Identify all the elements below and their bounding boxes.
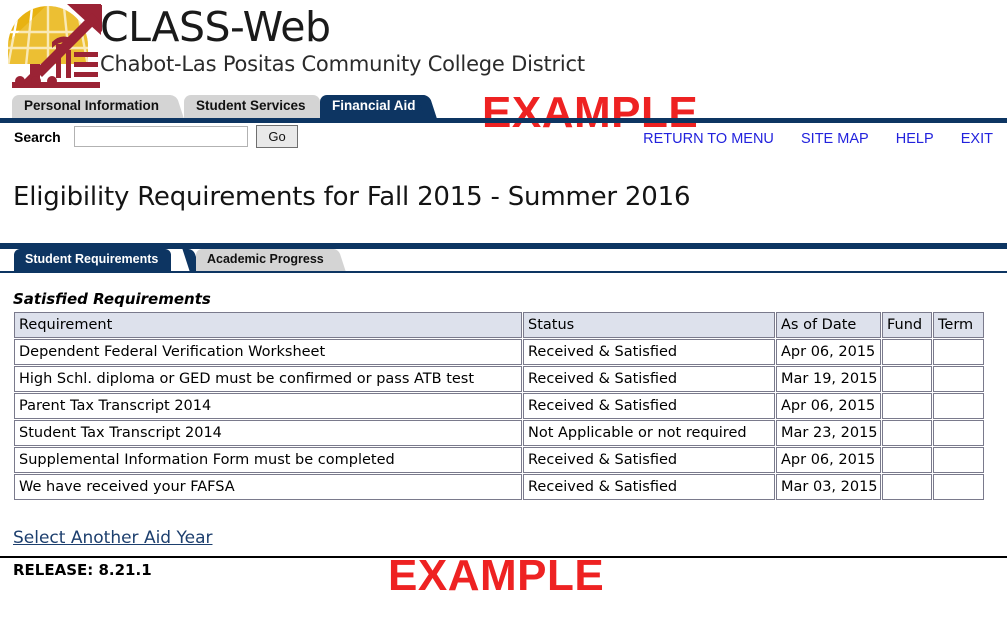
cell-fund <box>882 420 932 446</box>
cell-as-of-date: Apr 06, 2015 <box>776 447 881 473</box>
cell-requirement: Dependent Federal Verification Worksheet <box>14 339 522 365</box>
cell-requirement: High Schl. diploma or GED must be confir… <box>14 366 522 392</box>
cell-as-of-date: Apr 06, 2015 <box>776 393 881 419</box>
site-header: CLASS-Web Chabot-Las Positas Community C… <box>0 0 1007 95</box>
tab-personal-information-label: Personal Information <box>24 98 159 113</box>
search-label: Search <box>14 129 61 145</box>
cell-term <box>933 447 984 473</box>
cell-status: Received & Satisfied <box>523 393 775 419</box>
table-header-row: Requirement Status As of Date Fund Term <box>14 312 984 338</box>
tab-academic-progress-label: Academic Progress <box>207 252 324 266</box>
table-row: Supplemental Information Form must be co… <box>14 447 984 473</box>
search-go-button[interactable]: Go <box>256 125 298 148</box>
link-return-to-menu[interactable]: RETURN TO MENU <box>643 131 774 147</box>
cell-as-of-date: Mar 23, 2015 <box>776 420 881 446</box>
cell-as-of-date: Mar 19, 2015 <box>776 366 881 392</box>
column-header-status: Status <box>523 312 775 338</box>
search-input[interactable] <box>74 126 248 147</box>
table-row: Parent Tax Transcript 2014 Received & Sa… <box>14 393 984 419</box>
cell-requirement: Parent Tax Transcript 2014 <box>14 393 522 419</box>
cell-fund <box>882 366 932 392</box>
table-row: High Schl. diploma or GED must be confir… <box>14 366 984 392</box>
cell-term <box>933 420 984 446</box>
column-header-fund: Fund <box>882 312 932 338</box>
main-tab-bar: Personal Information Student Services Fi… <box>0 95 1007 123</box>
tab-financial-aid[interactable]: Financial Aid <box>320 95 430 118</box>
link-help[interactable]: HELP <box>896 131 934 147</box>
subtabbar-underline <box>0 271 1007 273</box>
cell-term <box>933 474 984 500</box>
brand-title: CLASS-Web <box>100 4 585 50</box>
sub-tab-bar: Student Requirements Academic Progress E… <box>0 243 1007 285</box>
table-row: Dependent Federal Verification Worksheet… <box>14 339 984 365</box>
cell-status: Received & Satisfied <box>523 339 775 365</box>
brand-text: CLASS-Web Chabot-Las Positas Community C… <box>100 4 585 77</box>
tab-student-services-label: Student Services <box>196 98 306 113</box>
cell-fund <box>882 393 932 419</box>
table-row: Student Tax Transcript 2014 Not Applicab… <box>14 420 984 446</box>
link-site-map[interactable]: SITE MAP <box>801 131 869 147</box>
example-watermark-middle: EXAMPLE <box>388 551 604 601</box>
table-row: We have received your FAFSA Received & S… <box>14 474 984 500</box>
top-utility-links: RETURN TO MENU SITE MAP HELP EXIT <box>643 128 993 147</box>
tab-personal-information[interactable]: Personal Information <box>12 95 173 118</box>
cell-fund <box>882 447 932 473</box>
cell-status: Not Applicable or not required <box>523 420 775 446</box>
table-caption: Satisfied Requirements <box>13 290 1007 308</box>
page-title: Eligibility Requirements for Fall 2015 -… <box>13 182 1007 212</box>
tab-student-services[interactable]: Student Services <box>184 95 320 118</box>
tab-financial-aid-label: Financial Aid <box>332 98 416 113</box>
cell-term <box>933 339 984 365</box>
cell-status: Received & Satisfied <box>523 366 775 392</box>
cell-status: Received & Satisfied <box>523 447 775 473</box>
cell-term <box>933 393 984 419</box>
tab-academic-progress[interactable]: Academic Progress <box>196 249 337 271</box>
tab-student-requirements-label: Student Requirements <box>25 252 158 266</box>
cell-requirement: Supplemental Information Form must be co… <box>14 447 522 473</box>
cell-as-of-date: Mar 03, 2015 <box>776 474 881 500</box>
brand-subtitle: Chabot-Las Positas Community College Dis… <box>100 51 585 77</box>
cell-fund <box>882 474 932 500</box>
cell-requirement: We have received your FAFSA <box>14 474 522 500</box>
cell-term <box>933 366 984 392</box>
cell-fund <box>882 339 932 365</box>
requirements-table: Requirement Status As of Date Fund Term … <box>13 311 985 501</box>
column-header-as-of-date: As of Date <box>776 312 881 338</box>
cell-as-of-date: Apr 06, 2015 <box>776 339 881 365</box>
column-header-term: Term <box>933 312 984 338</box>
select-another-aid-year-link[interactable]: Select Another Aid Year <box>13 528 212 548</box>
column-header-requirement: Requirement <box>14 312 522 338</box>
tab-student-requirements[interactable]: Student Requirements <box>14 249 171 271</box>
college-dome-arrow-logo-icon <box>4 2 104 90</box>
cell-status: Received & Satisfied <box>523 474 775 500</box>
cell-requirement: Student Tax Transcript 2014 <box>14 420 522 446</box>
link-exit[interactable]: EXIT <box>961 131 993 147</box>
search-bar: Search Go RETURN TO MENU SITE MAP HELP E… <box>0 123 1007 155</box>
